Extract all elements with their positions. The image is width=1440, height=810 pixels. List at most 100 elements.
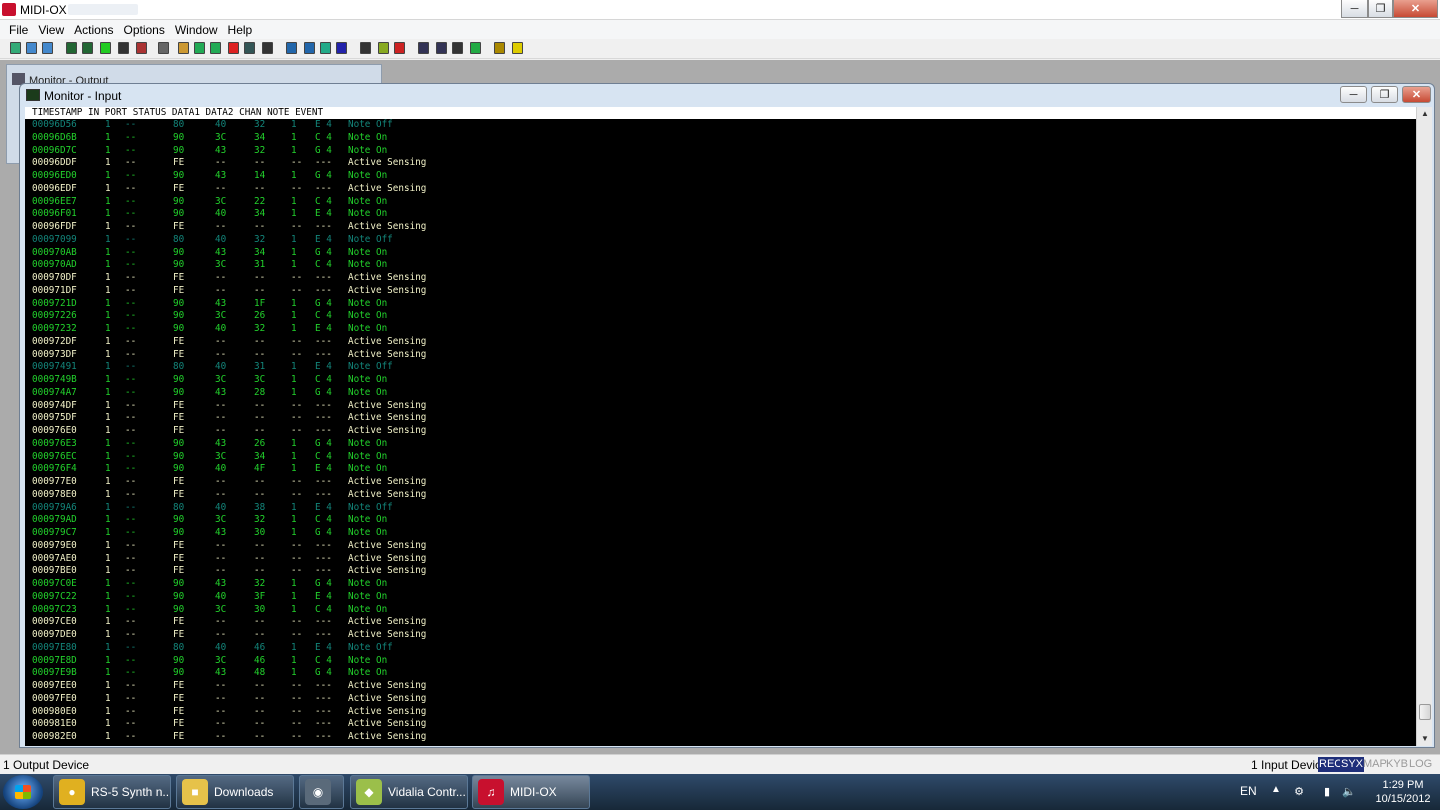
menu-options[interactable]: Options (119, 23, 170, 37)
table-row[interactable]: 00096D56 1 -- 80 40 32 1 E 4 Note Off (25, 119, 1416, 132)
table-row[interactable]: 00096DDF 1 -- FE -- -- -- --- Active Sensing (25, 157, 1416, 170)
table-row[interactable]: 00097C22 1 -- 90 40 3F 1 E 4 Note On (25, 591, 1416, 604)
table-row[interactable]: 00097E9B 1 -- 90 43 48 1 G 4 Note On (25, 667, 1416, 680)
table-row[interactable]: 00096F01 1 -- 90 40 34 1 E 4 Note On (25, 208, 1416, 221)
table-row[interactable]: 00097232 1 -- 90 40 32 1 E 4 Note On (25, 323, 1416, 336)
language-indicator[interactable]: EN (1240, 784, 1257, 798)
table-row[interactable]: 000974DF 1 -- FE -- -- -- --- Active Sensing (25, 400, 1416, 413)
record-icon[interactable] (378, 42, 389, 54)
filter-icon[interactable] (158, 42, 169, 54)
vertical-scrollbar[interactable]: ▲ ▼ (1416, 107, 1432, 746)
save-icon[interactable] (26, 42, 37, 54)
table-row[interactable]: 00096D7C 1 -- 90 43 32 1 G 4 Note On (25, 145, 1416, 158)
help-icon[interactable] (494, 42, 505, 54)
start-button[interactable] (3, 775, 43, 809)
monitor-input-window[interactable]: Monitor - Input ─ ❐ ✕ TIMESTAMP IN PORT … (19, 83, 1435, 748)
scroll-down-icon[interactable]: ▼ (1417, 732, 1433, 746)
table-row[interactable]: 00096EE7 1 -- 90 3C 22 1 C 4 Note On (25, 196, 1416, 209)
routing-icon[interactable] (304, 42, 315, 54)
table-row[interactable]: 00097DE0 1 -- FE -- -- -- --- Active Sensing (25, 629, 1416, 642)
network-icon[interactable] (320, 42, 331, 54)
sysex-icon[interactable] (262, 42, 273, 54)
table-row[interactable]: 000976E3 1 -- 90 43 26 1 G 4 Note On (25, 438, 1416, 451)
keyboard-icon[interactable] (66, 42, 77, 54)
taskbar-item[interactable]: ◆ Vidalia Contr... (350, 775, 468, 809)
table-row[interactable]: 000981E0 1 -- FE -- -- -- --- Active Sensing (25, 718, 1416, 731)
table-row[interactable]: 00097491 1 -- 80 40 31 1 E 4 Note Off (25, 361, 1416, 374)
red-icon[interactable] (228, 42, 239, 54)
table-row[interactable]: 000979C7 1 -- 90 43 30 1 G 4 Note On (25, 527, 1416, 540)
table-row[interactable]: 000979E0 1 -- FE -- -- -- --- Active Sensing (25, 540, 1416, 553)
taskbar-item[interactable]: ♫ MIDI-OX (472, 775, 590, 809)
delete-icon[interactable] (394, 42, 405, 54)
table-row[interactable]: 00097AE0 1 -- FE -- -- -- --- Active Sensing (25, 553, 1416, 566)
table-row[interactable]: 000970DF 1 -- FE -- -- -- --- Active Sensing (25, 272, 1416, 285)
table-row[interactable]: 000976E0 1 -- FE -- -- -- --- Active Sensing (25, 425, 1416, 438)
menu-actions[interactable]: Actions (69, 23, 118, 37)
table-row[interactable]: 000979AD 1 -- 90 3C 32 1 C 4 Note On (25, 514, 1416, 527)
volume-icon[interactable]: 🔈 (1342, 785, 1356, 799)
table-row[interactable]: 00097099 1 -- 80 40 32 1 E 4 Note Off (25, 234, 1416, 247)
table-row[interactable]: 00096D6B 1 -- 90 3C 34 1 C 4 Note On (25, 132, 1416, 145)
options-icon[interactable] (136, 42, 147, 54)
table-row[interactable]: 000970AB 1 -- 90 43 34 1 G 4 Note On (25, 247, 1416, 260)
monitor-icon[interactable] (210, 42, 221, 54)
network-icon[interactable]: ▮ (1320, 785, 1334, 799)
green-circle-icon[interactable] (100, 42, 111, 54)
table-row[interactable]: 00097C23 1 -- 90 3C 30 1 C 4 Note On (25, 604, 1416, 617)
table-row[interactable]: 00097EE0 1 -- FE -- -- -- --- Active Sensing (25, 680, 1416, 693)
port-icon[interactable] (82, 42, 93, 54)
tray-expand-icon[interactable]: ▲ (1271, 784, 1281, 795)
mapping-icon[interactable] (194, 42, 205, 54)
tray-app-icon[interactable]: ⚙ (1292, 785, 1306, 799)
menu-help[interactable]: Help (223, 23, 258, 37)
open-icon[interactable] (10, 42, 21, 54)
instrument-icon[interactable] (360, 42, 371, 54)
taskbar-item[interactable]: ● RS-5 Synth n... (53, 775, 171, 809)
table-row[interactable]: 0009749B 1 -- 90 3C 3C 1 C 4 Note On (25, 374, 1416, 387)
table-row[interactable]: 0009721D 1 -- 90 43 1F 1 G 4 Note On (25, 298, 1416, 311)
table-row[interactable]: 00097E80 1 -- 80 40 46 1 E 4 Note Off (25, 642, 1416, 655)
table-row[interactable]: 000978E0 1 -- FE -- -- -- --- Active Sensing (25, 489, 1416, 502)
connect-icon[interactable] (286, 42, 297, 54)
input-minimize-button[interactable]: ─ (1340, 86, 1367, 103)
input-close-button[interactable]: ✕ (1402, 86, 1431, 103)
table-row[interactable]: 000979A6 1 -- 80 40 38 1 E 4 Note Off (25, 502, 1416, 515)
grid-icon[interactable] (118, 42, 129, 54)
table-row[interactable]: 00097FE0 1 -- FE -- -- -- --- Active Sensing (25, 693, 1416, 706)
table-row[interactable]: 000970AD 1 -- 90 3C 31 1 C 4 Note On (25, 259, 1416, 272)
table-row[interactable]: 00097C0E 1 -- 90 43 32 1 G 4 Note On (25, 578, 1416, 591)
table-row[interactable]: 00097E8D 1 -- 90 3C 46 1 C 4 Note On (25, 655, 1416, 668)
window-icon[interactable] (418, 42, 429, 54)
scroll-thumb[interactable] (1419, 704, 1431, 720)
scroll-up-icon[interactable]: ▲ (1417, 107, 1433, 121)
table-row[interactable]: 000977E0 1 -- FE -- -- -- --- Active Sensing (25, 476, 1416, 489)
table-row[interactable]: 00096EDF 1 -- FE -- -- -- --- Active Sensing (25, 183, 1416, 196)
table-row[interactable]: 00097226 1 -- 90 3C 26 1 C 4 Note On (25, 310, 1416, 323)
home-icon[interactable] (452, 42, 463, 54)
globe-icon[interactable] (336, 42, 347, 54)
taskbar-item[interactable]: ◉ (299, 775, 344, 809)
midi-event-list[interactable]: 00096D56 1 -- 80 40 32 1 E 4 Note Off 00096D6B 1 --… (25, 119, 1416, 746)
table-row[interactable]: 000975DF 1 -- FE -- -- -- --- Active Sensing (25, 412, 1416, 425)
table-row[interactable]: 000971DF 1 -- FE -- -- -- --- Active Sensing (25, 285, 1416, 298)
table-row[interactable]: 000982E0 1 -- FE -- -- -- --- Active Sensing (25, 731, 1416, 744)
table-row[interactable]: 000976F4 1 -- 90 40 4F 1 E 4 Note On (25, 463, 1416, 476)
clock[interactable]: 1:29 PM 10/15/2012 (1373, 778, 1433, 806)
display-icon[interactable] (244, 42, 255, 54)
table-row[interactable]: 000980E0 1 -- FE -- -- -- --- Active Sensing (25, 706, 1416, 719)
tree-icon[interactable] (470, 42, 481, 54)
minimize-button[interactable]: ─ (1341, 0, 1368, 18)
table-row[interactable]: 00096ED0 1 -- 90 43 14 1 G 4 Note On (25, 170, 1416, 183)
close-button[interactable]: ✕ (1393, 0, 1438, 18)
info-icon[interactable] (512, 42, 523, 54)
pencil-icon[interactable] (178, 42, 189, 54)
taskbar-item[interactable]: ■ Downloads (176, 775, 294, 809)
save-as-icon[interactable] (42, 42, 53, 54)
table-row[interactable]: 000976EC 1 -- 90 3C 34 1 C 4 Note On (25, 451, 1416, 464)
table-row[interactable]: 00097CE0 1 -- FE -- -- -- --- Active Sensing (25, 616, 1416, 629)
input-restore-button[interactable]: ❐ (1371, 86, 1398, 103)
menu-view[interactable]: View (33, 23, 69, 37)
window-alt-icon[interactable] (436, 42, 447, 54)
table-row[interactable]: 00097BE0 1 -- FE -- -- -- --- Active Sensing (25, 565, 1416, 578)
